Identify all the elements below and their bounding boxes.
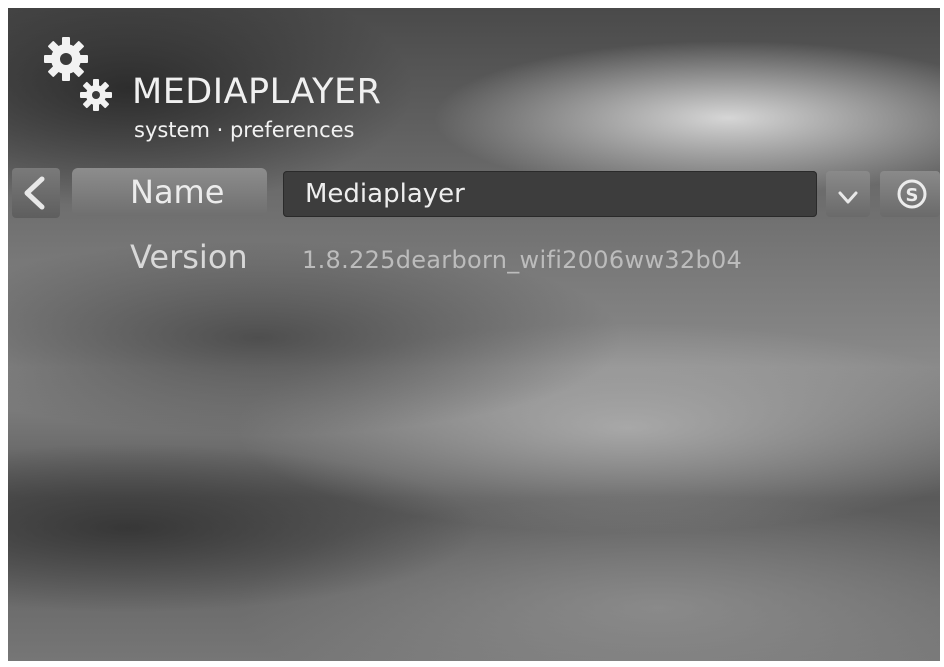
- version-value: 1.8.225dearborn_wifi2006ww32b04: [302, 246, 743, 274]
- page-subtitle: system · preferences: [134, 118, 355, 142]
- name-field[interactable]: Mediaplayer: [283, 171, 817, 217]
- back-button[interactable]: [12, 168, 60, 218]
- name-label: Name: [130, 173, 225, 211]
- svg-text:S: S: [906, 185, 919, 206]
- preferences-screen: MEDIAPLAYER system · preferences Name Me…: [8, 8, 940, 661]
- gears-icon: [38, 33, 118, 113]
- app-title: MEDIAPLAYER: [132, 72, 382, 112]
- version-label: Version: [130, 238, 248, 276]
- dropdown-button[interactable]: [826, 171, 870, 217]
- action-button[interactable]: S: [880, 171, 940, 217]
- name-value: Mediaplayer: [305, 179, 465, 209]
